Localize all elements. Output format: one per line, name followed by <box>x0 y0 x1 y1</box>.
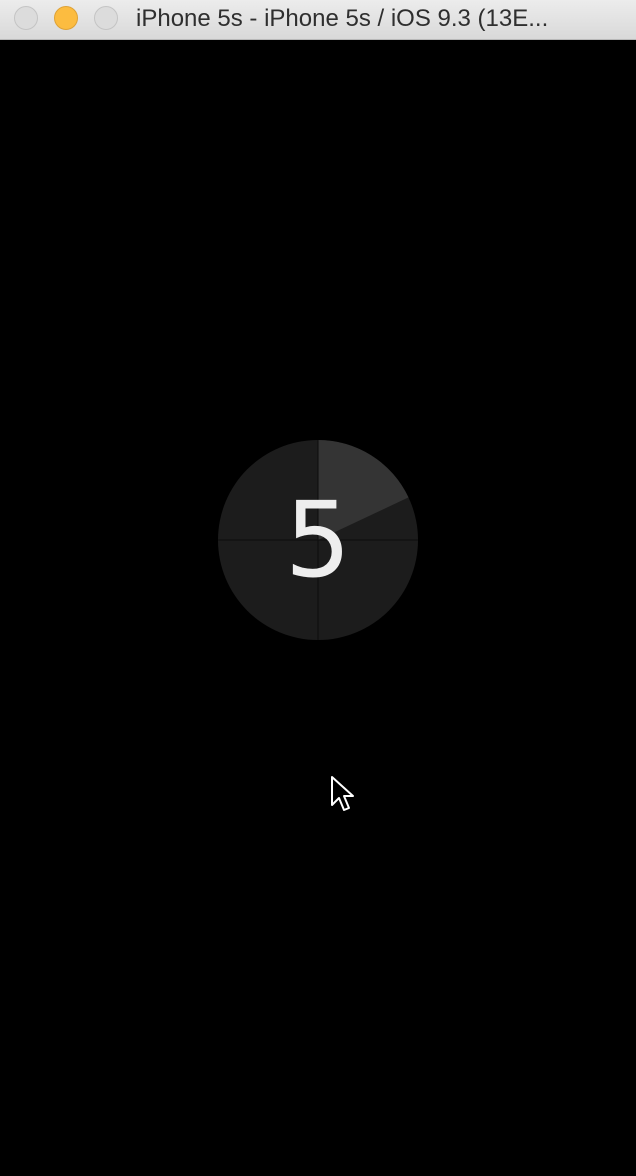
countdown-number: 5 <box>284 479 352 601</box>
close-window-button[interactable] <box>14 6 38 30</box>
countdown-timer: 5 <box>218 440 418 640</box>
mouse-pointer-icon <box>331 776 354 811</box>
window-title: iPhone 5s - iPhone 5s / iOS 9.3 (13E... <box>136 5 549 32</box>
zoom-window-button[interactable] <box>94 6 118 30</box>
title-bar[interactable]: iPhone 5s - iPhone 5s / iOS 9.3 (13E... <box>0 0 636 40</box>
simulator-window: iPhone 5s - iPhone 5s / iOS 9.3 (13E... … <box>0 0 636 1176</box>
minimize-window-button[interactable] <box>54 6 78 30</box>
simulator-screen[interactable]: 5 <box>0 40 636 1176</box>
